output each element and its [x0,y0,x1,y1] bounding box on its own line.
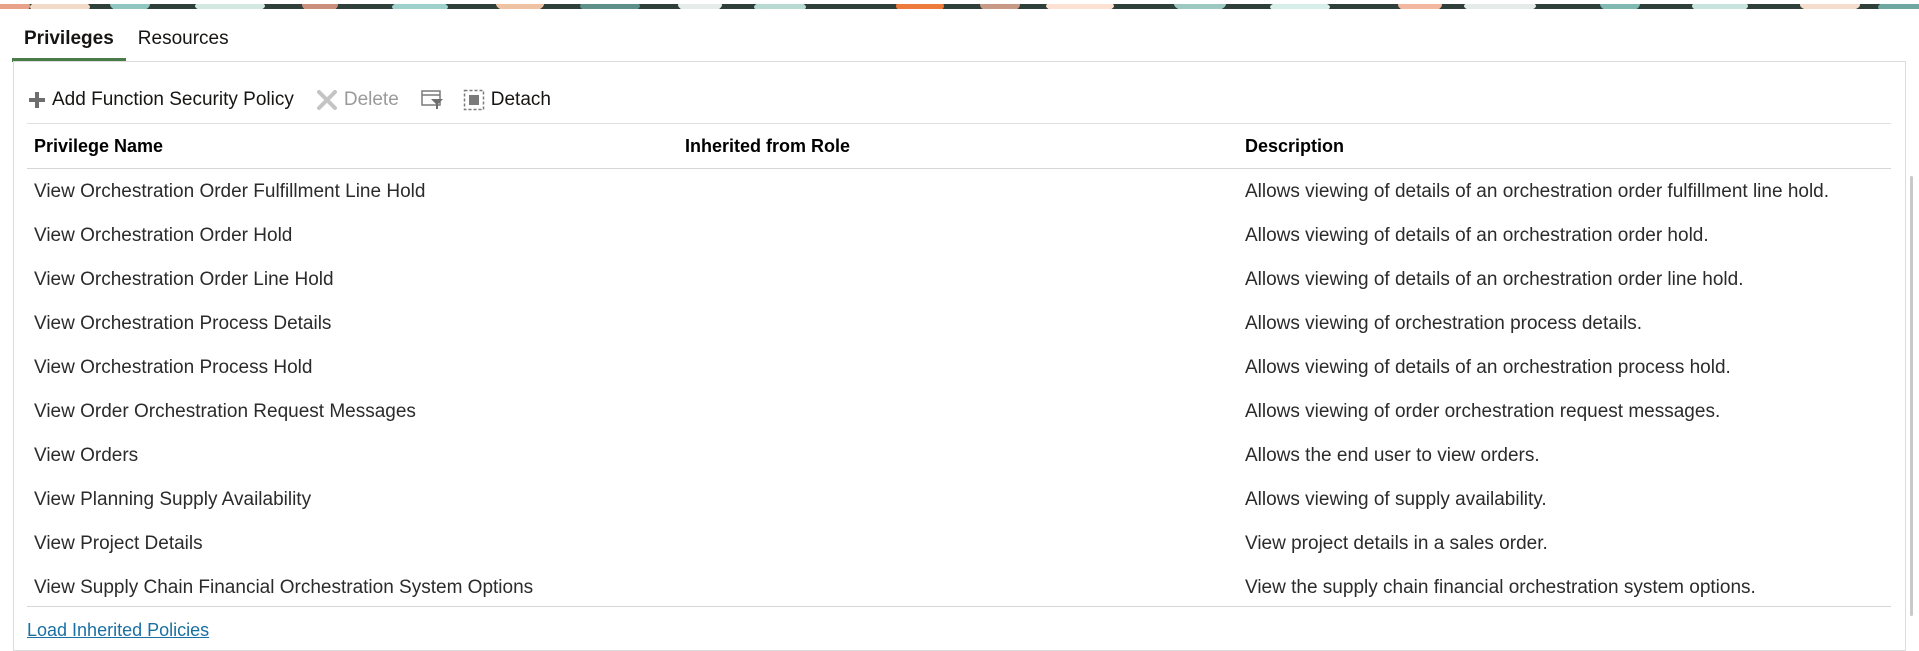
column-header-inherited-from-role[interactable]: Inherited from Role [685,132,850,160]
filter-table-icon [421,90,443,109]
privilege-name-cell: View Order Orchestration Request Message… [34,401,416,422]
description-cell: View the supply chain financial orchestr… [1245,577,1756,598]
header-divider [27,168,1891,169]
column-header-privilege-name[interactable]: Privilege Name [34,132,163,160]
privilege-name-cell: View Orchestration Process Hold [34,357,313,378]
privilege-name-cell: View Planning Supply Availability [34,489,312,510]
description-cell: Allows viewing of order orchestration re… [1245,401,1721,422]
privileges-table-body: View Orchestration Order Fulfillment Lin… [0,174,1919,614]
detach-button-label: Detach [490,89,551,110]
description-cell: View project details in a sales order. [1245,533,1548,554]
header-banner-image [0,0,1919,9]
delete-button-label: Delete [343,89,399,110]
description-cell: Allows the end user to view orders. [1245,445,1540,466]
privilege-name-cell: View Orchestration Order Hold [34,225,293,246]
description-cell: Allows viewing of details of an orchestr… [1245,269,1744,290]
table-bottom-divider [27,606,1891,607]
table-row[interactable]: View Project Details View project detail… [0,526,1919,570]
privilege-name-cell: View Orchestration Order Fulfillment Lin… [34,181,426,202]
tab-privileges[interactable]: Privileges [12,24,126,62]
plus-icon [29,92,45,108]
add-button-label: Add Function Security Policy [52,89,294,110]
detach-icon [463,89,485,111]
detach-button[interactable]: Detach [463,89,551,111]
add-function-security-policy-button[interactable]: Add Function Security Policy [28,89,294,111]
table-row[interactable]: View Orchestration Order Line Hold Allow… [0,262,1919,306]
description-cell: Allows viewing of details of an orchestr… [1245,225,1709,246]
table-row[interactable]: View Supply Chain Financial Orchestratio… [0,570,1919,614]
toolbar-divider [27,123,1891,124]
tab-bar: Privileges Resources [12,24,241,62]
privilege-name-cell: View Orchestration Process Details [34,313,332,334]
delete-button[interactable]: Delete [316,89,399,111]
delete-x-icon [316,90,337,110]
vertical-scrollbar[interactable] [1910,176,1913,616]
query-by-example-button[interactable] [421,89,445,111]
description-cell: Allows viewing of orchestration process … [1245,313,1643,334]
table-row[interactable]: View Orders Allows the end user to view … [0,438,1919,482]
privilege-name-cell: View Orders [34,445,139,466]
table-row[interactable]: View Order Orchestration Request Message… [0,394,1919,438]
privilege-name-cell: View Project Details [34,533,203,554]
privilege-name-cell: View Supply Chain Financial Orchestratio… [34,577,534,598]
column-header-description[interactable]: Description [1245,132,1344,160]
privilege-name-cell: View Orchestration Order Line Hold [34,269,334,290]
tab-resources[interactable]: Resources [126,24,241,62]
description-cell: Allows viewing of supply availability. [1245,489,1547,510]
table-row[interactable]: View Orchestration Process Details Allow… [0,306,1919,350]
description-cell: Allows viewing of details of an orchestr… [1245,181,1830,202]
table-row[interactable]: View Orchestration Order Fulfillment Lin… [0,174,1919,218]
load-inherited-policies-link[interactable]: Load Inherited Policies [27,620,209,641]
table-toolbar: Add Function Security Policy Delete Deta… [28,80,573,120]
description-cell: Allows viewing of details of an orchestr… [1245,357,1731,378]
table-row[interactable]: View Orchestration Order Hold Allows vie… [0,218,1919,262]
table-row[interactable]: View Planning Supply Availability Allows… [0,482,1919,526]
table-row[interactable]: View Orchestration Process Hold Allows v… [0,350,1919,394]
